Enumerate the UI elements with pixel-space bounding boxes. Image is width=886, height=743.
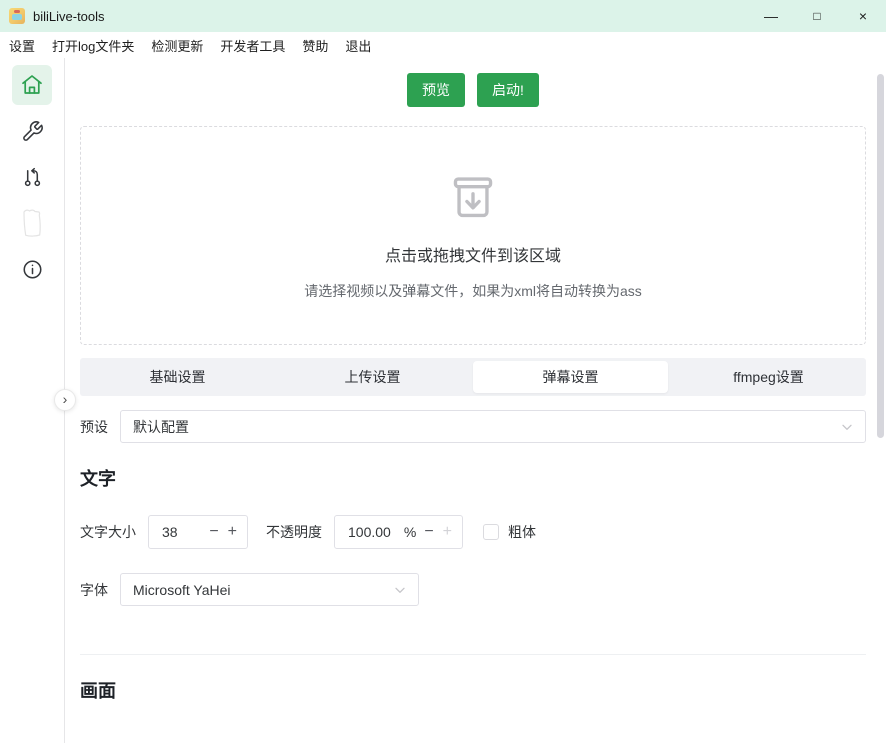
window-title: biliLive-tools xyxy=(33,9,105,24)
minimize-button[interactable]: — xyxy=(748,0,794,32)
sidebar-item-convert[interactable] xyxy=(12,157,52,197)
sidebar-item-tools[interactable] xyxy=(12,111,52,151)
tab-danmaku-settings[interactable]: 弹幕设置 xyxy=(473,361,668,393)
bold-checkbox[interactable] xyxy=(483,524,499,540)
preview-button[interactable]: 预览 xyxy=(407,73,465,107)
close-button[interactable]: × xyxy=(840,0,886,32)
bold-label: 粗体 xyxy=(508,522,536,542)
opacity-decrement-button[interactable]: − xyxy=(424,524,433,540)
opacity-value: 100.00 xyxy=(348,524,404,540)
opacity-label: 不透明度 xyxy=(266,522,322,542)
tab-upload-settings[interactable]: 上传设置 xyxy=(275,358,470,396)
menubar: 设置 打开log文件夹 检测更新 开发者工具 赞助 退出 xyxy=(0,32,886,58)
opacity-increment-button[interactable]: + xyxy=(443,524,452,540)
git-compare-icon xyxy=(21,166,44,189)
font-size-value: 38 xyxy=(162,524,209,540)
font-size-decrement-button[interactable]: − xyxy=(209,524,218,540)
actions-row: 预览 启动! xyxy=(80,73,866,107)
app-body: › 预览 启动! 点击或拖拽文件到该区域 请选择视频以及弹幕文件，如果为xml将… xyxy=(0,58,886,743)
titlebar: biliLive-tools — □ × xyxy=(0,0,886,32)
menu-item-devtools[interactable]: 开发者工具 xyxy=(220,36,285,55)
font-size-label: 文字大小 xyxy=(80,522,136,542)
upload-title: 点击或拖拽文件到该区域 xyxy=(385,242,561,266)
font-size-increment-button[interactable]: + xyxy=(228,524,237,540)
font-family-value: Microsoft YaHei xyxy=(133,582,392,598)
tab-basic-settings[interactable]: 基础设置 xyxy=(80,358,275,396)
text-controls-row: 文字大小 38 − + 不透明度 100.00 % − + 粗体 xyxy=(80,515,866,549)
upload-dropzone[interactable]: 点击或拖拽文件到该区域 请选择视频以及弹幕文件，如果为xml将自动转换为ass xyxy=(80,126,866,345)
preset-select[interactable]: 默认配置 xyxy=(120,410,866,443)
opacity-unit: % xyxy=(404,524,416,540)
chevron-right-icon: › xyxy=(63,392,68,406)
maximize-button[interactable]: □ xyxy=(794,0,840,32)
main-content: 预览 启动! 点击或拖拽文件到该区域 请选择视频以及弹幕文件，如果为xml将自动… xyxy=(65,58,886,743)
font-size-input[interactable]: 38 − + xyxy=(148,515,248,549)
sidebar-item-about[interactable] xyxy=(12,249,52,289)
vertical-scrollbar-thumb[interactable] xyxy=(877,74,884,438)
wrench-icon xyxy=(21,120,44,143)
settings-tabs: 基础设置 上传设置 弹幕设置 ffmpeg设置 xyxy=(80,358,866,396)
chevron-down-icon xyxy=(392,582,408,598)
menu-item-check-update[interactable]: 检测更新 xyxy=(151,36,203,55)
home-icon xyxy=(20,73,44,97)
sidebar-item-home[interactable] xyxy=(12,65,52,105)
menu-item-open-log-folder[interactable]: 打开log文件夹 xyxy=(52,36,134,55)
menu-item-exit[interactable]: 退出 xyxy=(345,36,371,55)
sidebar-item-dance[interactable] xyxy=(12,203,52,243)
info-icon xyxy=(21,258,44,281)
screen-section-title: 画面 xyxy=(80,677,866,703)
faint-outline-icon xyxy=(17,205,47,241)
bold-checkbox-wrap: 粗体 xyxy=(483,522,536,542)
text-section-title: 文字 xyxy=(80,465,866,491)
menu-item-settings[interactable]: 设置 xyxy=(9,36,35,55)
sidebar-collapse-toggle[interactable]: › xyxy=(54,389,76,411)
app-logo-icon xyxy=(9,8,25,24)
window-controls: — □ × xyxy=(748,0,886,32)
chevron-down-icon xyxy=(839,419,855,435)
font-row: 字体 Microsoft YaHei xyxy=(80,573,866,606)
start-button[interactable]: 启动! xyxy=(477,73,539,107)
tab-ffmpeg-settings[interactable]: ffmpeg设置 xyxy=(671,358,866,396)
menu-item-sponsor[interactable]: 赞助 xyxy=(302,36,328,55)
preset-row: 预设 默认配置 xyxy=(80,410,866,443)
opacity-input[interactable]: 100.00 % − + xyxy=(334,515,463,549)
preset-select-value: 默认配置 xyxy=(133,417,839,437)
preset-label: 预设 xyxy=(80,417,108,437)
font-family-label: 字体 xyxy=(80,580,108,600)
upload-hint: 请选择视频以及弹幕文件，如果为xml将自动转换为ass xyxy=(304,281,642,301)
font-family-select[interactable]: Microsoft YaHei xyxy=(120,573,419,606)
upload-archive-icon xyxy=(446,170,500,227)
section-divider xyxy=(80,654,866,655)
